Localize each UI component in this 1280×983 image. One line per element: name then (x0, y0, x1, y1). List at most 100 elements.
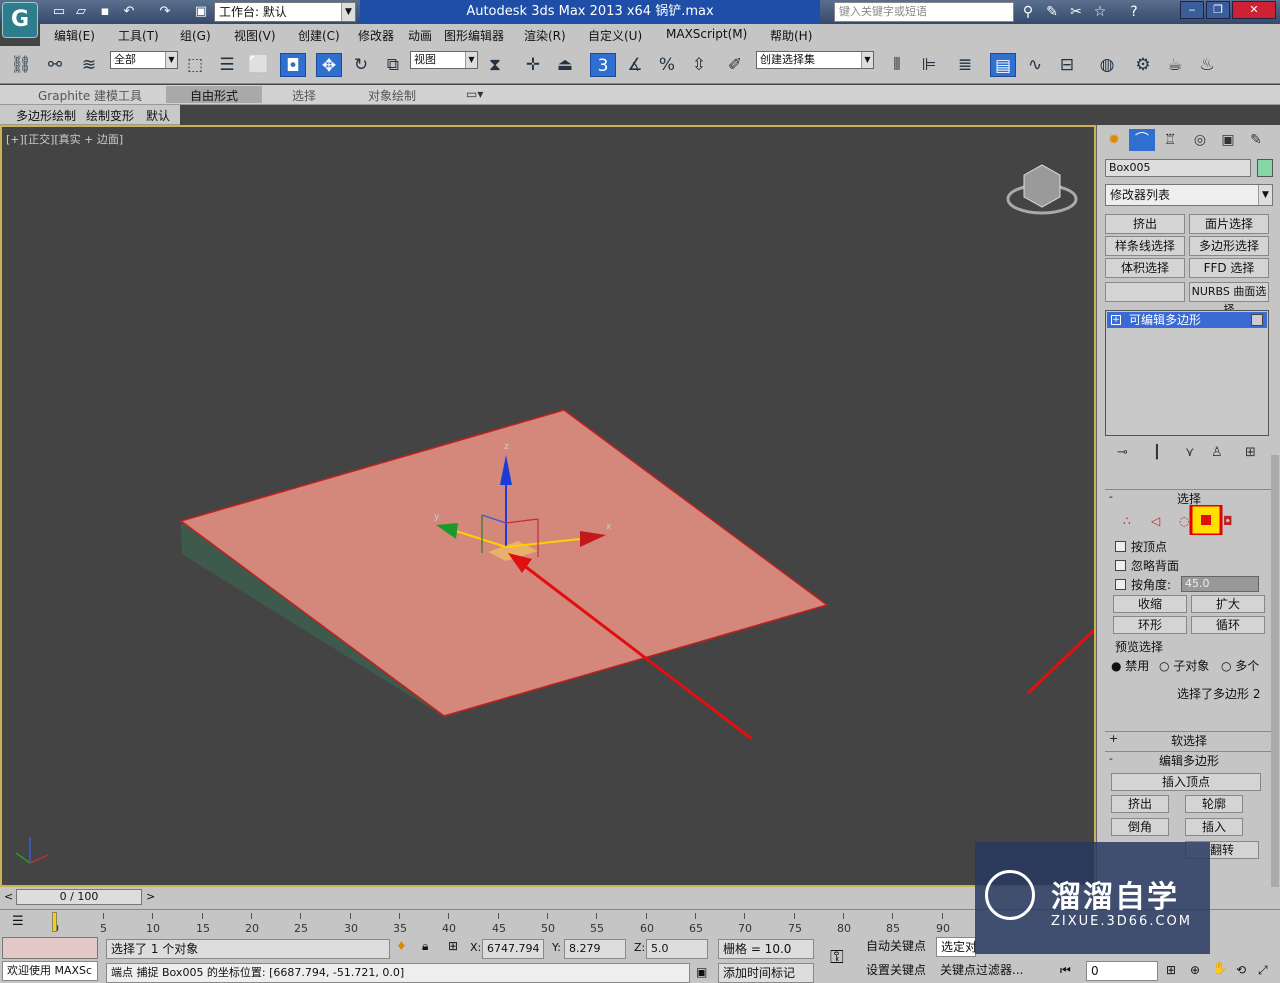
tab-selection[interactable]: 选择 (288, 87, 320, 104)
mod-ffd-select-button[interactable]: FFD 选择 (1189, 258, 1269, 278)
undo-icon[interactable]: ↶ (120, 3, 138, 21)
key-filters-button[interactable]: 关键点过滤器... (936, 961, 1052, 981)
angle-snap-icon[interactable]: ∡ (622, 53, 648, 77)
hierarchy-tab-icon[interactable]: ♖ (1157, 129, 1183, 151)
new-file-icon[interactable]: ▭ (50, 3, 68, 21)
mod-poly-select-button[interactable]: 多边形选择 (1189, 236, 1269, 256)
insert-vertex-button[interactable]: 插入顶点 (1111, 773, 1261, 791)
current-frame-field[interactable]: 0 (1086, 961, 1158, 981)
x-coord-field[interactable]: 6747.794 (482, 939, 544, 959)
mod-vol-select-button[interactable]: 体积选择 (1105, 258, 1185, 278)
select-by-name-icon[interactable]: ☰ (214, 53, 240, 77)
orbit-icon[interactable]: ⟲ (1236, 963, 1246, 977)
angle-spinner[interactable]: 45.0 (1181, 576, 1259, 592)
render-production-icon[interactable]: ♨ (1194, 53, 1220, 77)
menu-edit[interactable]: 编辑(E) (54, 27, 95, 44)
tab-object-paint[interactable]: 对象绘制 (364, 87, 420, 104)
mod-extrude-button[interactable]: 挤出 (1105, 214, 1185, 234)
grow-button[interactable]: 扩大 (1191, 595, 1265, 613)
project-folder-icon[interactable]: ▣ (192, 3, 210, 21)
utilities-tab-icon[interactable]: ✎ (1243, 129, 1269, 151)
pan-hand-icon[interactable]: ✋ (1212, 961, 1227, 975)
command-panel-scrollbar[interactable] (1271, 455, 1279, 925)
save-icon[interactable]: ▪ (96, 3, 114, 21)
menu-animation[interactable]: 动画 (408, 27, 432, 44)
outline-button[interactable]: 轮廓 (1185, 795, 1243, 813)
mod-empty-button[interactable] (1105, 282, 1185, 302)
bevel-button[interactable]: 倒角 (1111, 818, 1169, 836)
app-logo-icon[interactable]: G (2, 2, 38, 38)
create-tab-icon[interactable]: ✹ (1101, 129, 1127, 151)
z-coord-field[interactable]: 5.0 (646, 939, 708, 959)
absolute-mode-icon[interactable]: ⊞ (448, 939, 458, 953)
bulb-icon[interactable] (1251, 314, 1263, 326)
prev-frame-arrow[interactable]: < (4, 890, 13, 903)
y-coord-field[interactable]: 8.279 (564, 939, 626, 959)
graphite-toggle-icon[interactable]: ▤ (990, 53, 1016, 77)
maximize-button[interactable]: ❐ (1206, 1, 1230, 19)
by-vertex-checkbox[interactable]: 按顶点 (1115, 538, 1167, 555)
select-object-icon[interactable]: ⬚ (182, 53, 208, 77)
expand-icon[interactable]: + (1111, 315, 1121, 325)
menu-create[interactable]: 创建(C) (298, 27, 340, 44)
curve-editor-icon[interactable]: ∿ (1022, 53, 1048, 77)
menu-customize[interactable]: 自定义(U) (588, 27, 642, 44)
rollout-selection[interactable]: - 选择 (1105, 489, 1273, 506)
menu-graph-editors[interactable]: 图形编辑器 (444, 27, 504, 44)
mod-spline-select-button[interactable]: 样条线选择 (1105, 236, 1185, 256)
configure-sets-icon[interactable]: ⊞ (1245, 445, 1256, 460)
menu-modifiers[interactable]: 修改器 (358, 27, 394, 44)
go-to-start-icon[interactable]: ⏮ (1060, 963, 1071, 978)
preview-disable-radio[interactable]: ● 禁用 (1111, 657, 1149, 674)
next-frame-arrow[interactable]: > (146, 890, 155, 903)
selection-filter-select[interactable]: 全部 ▼ (110, 51, 178, 69)
maxscript-listener-mini[interactable] (2, 937, 98, 959)
shrink-button[interactable]: 收缩 (1113, 595, 1187, 613)
binoculars-icon[interactable]: ⚲ (1018, 3, 1038, 21)
modifier-list-select[interactable]: 修改器列表 ▼ (1105, 184, 1273, 206)
material-editor-icon[interactable]: ◍ (1094, 53, 1120, 77)
time-slider[interactable]: 0 / 100 (16, 889, 142, 905)
open-file-icon[interactable]: ▱ (72, 3, 90, 21)
modify-tab-icon[interactable]: ⌒ (1129, 129, 1155, 151)
spinner-snap-icon[interactable]: ⇳ (686, 53, 712, 77)
by-angle-checkbox[interactable]: 按角度: (1115, 576, 1171, 593)
pivot-center-icon[interactable]: ⧗ (482, 53, 508, 77)
time-config-icon[interactable]: ⊞ (1166, 963, 1176, 977)
isolate-icon[interactable]: ♦ (396, 939, 407, 953)
mod-nurbs-select-button[interactable]: NURBS 曲面选择 (1189, 282, 1269, 316)
ribbon-paint-deform[interactable]: 绘制变形 (86, 107, 134, 124)
welcome-box[interactable]: 欢迎使用 MAXSc (2, 961, 98, 981)
tab-freeform[interactable]: 自由形式 (166, 86, 263, 103)
lock-selection-icon[interactable]: 🔒︎ (422, 939, 428, 954)
window-crossing-icon[interactable]: ◘ (280, 53, 306, 77)
rollout-edit-polygons[interactable]: - 编辑多边形 (1105, 751, 1273, 768)
redo-icon[interactable]: ↷ (156, 3, 174, 21)
stack-item-editable-poly[interactable]: + 可编辑多边形 (1107, 312, 1267, 328)
viewport[interactable]: [+][正交][真实 + 边面] z x y (0, 125, 1096, 887)
unlink-icon[interactable]: ⚯ (42, 53, 68, 77)
object-color-swatch[interactable] (1257, 159, 1273, 177)
preview-multi-radio[interactable]: ○ 多个 (1221, 657, 1259, 674)
favorites-icon[interactable]: ☆ (1090, 3, 1110, 21)
auto-key-button[interactable]: 自动关键点 (862, 937, 932, 957)
rect-region-icon[interactable]: ⬜ (246, 53, 272, 77)
make-unique-icon[interactable]: ⋎ (1185, 445, 1195, 460)
object-name-field[interactable]: Box005 (1105, 159, 1251, 177)
show-end-result-icon[interactable]: ┃ (1153, 445, 1161, 460)
track-mini-curve-icon[interactable]: ☰ (12, 914, 24, 929)
rotate-icon[interactable]: ↻ (348, 53, 374, 77)
selected-set-select[interactable]: 选定对 (936, 937, 976, 957)
menu-maxscript[interactable]: MAXScript(M) (666, 27, 747, 41)
schematic-view-icon[interactable]: ⊟ (1054, 53, 1080, 77)
help-icon[interactable]: ? (1124, 3, 1144, 21)
loop-button[interactable]: 循环 (1191, 616, 1265, 634)
time-cursor[interactable] (52, 912, 57, 932)
set-key-button[interactable]: 设置关键点 (862, 961, 932, 981)
move-icon[interactable]: ✥ (316, 53, 342, 77)
scale-icon[interactable]: ⧉ (380, 53, 406, 77)
ribbon-defaults[interactable]: 默认 (146, 107, 170, 124)
time-tag-icon[interactable]: ▣ (696, 965, 707, 979)
ribbon-poly-draw[interactable]: 多边形绘制 (16, 107, 76, 124)
render-setup-icon[interactable]: ⚙ (1130, 53, 1156, 77)
